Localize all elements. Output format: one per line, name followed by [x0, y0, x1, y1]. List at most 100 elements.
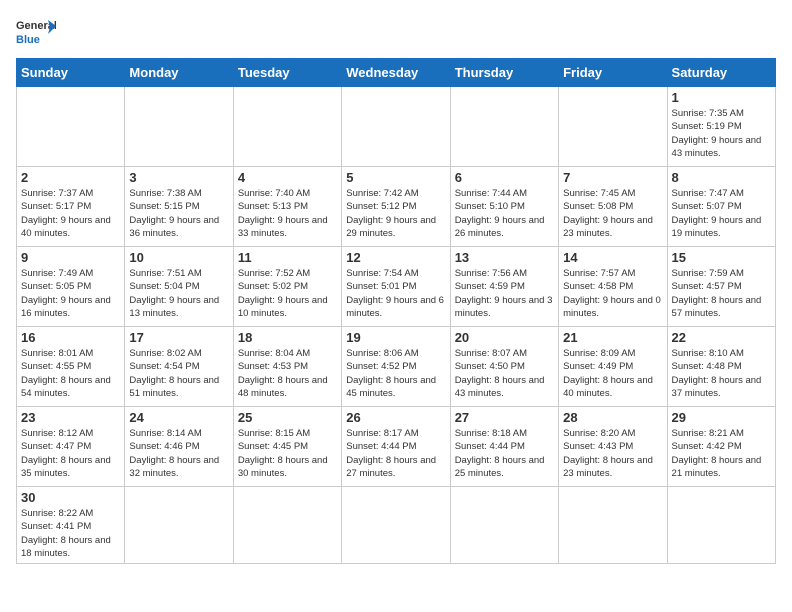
day-number: 21: [563, 330, 662, 345]
calendar-cell: 1 Sunrise: 7:35 AM Sunset: 5:19 PM Daylig…: [667, 87, 775, 167]
calendar-cell: 18Sunrise: 8:04 AM Sunset: 4:53 PM Dayli…: [233, 327, 341, 407]
sun-info: Sunrise: 8:06 AM Sunset: 4:52 PM Dayligh…: [346, 347, 445, 400]
day-number: 5: [346, 170, 445, 185]
calendar-table: SundayMondayTuesdayWednesdayThursdayFrid…: [16, 58, 776, 564]
day-number: 26: [346, 410, 445, 425]
sun-info: Sunrise: 8:22 AM Sunset: 4:41 PM Dayligh…: [21, 507, 120, 560]
calendar-cell: 13Sunrise: 7:56 AM Sunset: 4:59 PM Dayli…: [450, 247, 558, 327]
day-number: 28: [563, 410, 662, 425]
day-number: 3: [129, 170, 228, 185]
week-row-2: 2 Sunrise: 7:37 AM Sunset: 5:17 PM Daylig…: [17, 167, 776, 247]
sun-info: Sunrise: 7:40 AM Sunset: 5:13 PM Dayligh…: [238, 187, 337, 240]
weekday-monday: Monday: [125, 59, 233, 87]
sun-info: Sunrise: 7:45 AM Sunset: 5:08 PM Dayligh…: [563, 187, 662, 240]
calendar-cell: [450, 487, 558, 564]
sun-info: Sunrise: 7:37 AM Sunset: 5:17 PM Dayligh…: [21, 187, 120, 240]
sun-info: Sunrise: 7:49 AM Sunset: 5:05 PM Dayligh…: [21, 267, 120, 320]
day-number: 16: [21, 330, 120, 345]
day-number: 27: [455, 410, 554, 425]
day-number: 15: [672, 250, 771, 265]
calendar-cell: 5Sunrise: 7:42 AM Sunset: 5:12 PM Daylig…: [342, 167, 450, 247]
weekday-sunday: Sunday: [17, 59, 125, 87]
sun-info: Sunrise: 8:14 AM Sunset: 4:46 PM Dayligh…: [129, 427, 228, 480]
calendar-cell: 10 Sunrise: 7:51 AM Sunset: 5:04 PM Dayli…: [125, 247, 233, 327]
page-header: General Blue: [16, 16, 776, 48]
calendar-cell: 14Sunrise: 7:57 AM Sunset: 4:58 PM Dayli…: [559, 247, 667, 327]
calendar-cell: [450, 87, 558, 167]
week-row-6: 30 Sunrise: 8:22 AM Sunset: 4:41 PM Dayli…: [17, 487, 776, 564]
day-number: 29: [672, 410, 771, 425]
sun-info: Sunrise: 8:18 AM Sunset: 4:44 PM Dayligh…: [455, 427, 554, 480]
weekday-wednesday: Wednesday: [342, 59, 450, 87]
day-number: 11: [238, 250, 337, 265]
calendar-cell: 19 Sunrise: 8:06 AM Sunset: 4:52 PM Dayli…: [342, 327, 450, 407]
day-number: 17: [129, 330, 228, 345]
sun-info: Sunrise: 7:47 AM Sunset: 5:07 PM Dayligh…: [672, 187, 771, 240]
week-row-4: 16 Sunrise: 8:01 AM Sunset: 4:55 PM Dayli…: [17, 327, 776, 407]
calendar-cell: 3 Sunrise: 7:38 AM Sunset: 5:15 PM Daylig…: [125, 167, 233, 247]
calendar-cell: 27 Sunrise: 8:18 AM Sunset: 4:44 PM Dayli…: [450, 407, 558, 487]
weekday-friday: Friday: [559, 59, 667, 87]
calendar-cell: [125, 87, 233, 167]
weekday-saturday: Saturday: [667, 59, 775, 87]
day-number: 13: [455, 250, 554, 265]
sun-info: Sunrise: 7:52 AM Sunset: 5:02 PM Dayligh…: [238, 267, 337, 320]
sun-info: Sunrise: 8:21 AM Sunset: 4:42 PM Dayligh…: [672, 427, 771, 480]
calendar-cell: 20 Sunrise: 8:07 AM Sunset: 4:50 PM Dayli…: [450, 327, 558, 407]
day-number: 10: [129, 250, 228, 265]
day-number: 6: [455, 170, 554, 185]
sun-info: Sunrise: 8:01 AM Sunset: 4:55 PM Dayligh…: [21, 347, 120, 400]
day-number: 20: [455, 330, 554, 345]
calendar-cell: 22Sunrise: 8:10 AM Sunset: 4:48 PM Dayli…: [667, 327, 775, 407]
svg-text:Blue: Blue: [16, 34, 40, 46]
calendar-cell: [559, 487, 667, 564]
sun-info: Sunrise: 7:38 AM Sunset: 5:15 PM Dayligh…: [129, 187, 228, 240]
calendar-cell: 16 Sunrise: 8:01 AM Sunset: 4:55 PM Dayli…: [17, 327, 125, 407]
calendar-cell: [233, 487, 341, 564]
sun-info: Sunrise: 7:59 AM Sunset: 4:57 PM Dayligh…: [672, 267, 771, 320]
day-number: 9: [21, 250, 120, 265]
calendar-cell: 17 Sunrise: 8:02 AM Sunset: 4:54 PM Dayli…: [125, 327, 233, 407]
calendar-cell: [125, 487, 233, 564]
calendar-cell: 21 Sunrise: 8:09 AM Sunset: 4:49 PM Dayli…: [559, 327, 667, 407]
sun-info: Sunrise: 8:12 AM Sunset: 4:47 PM Dayligh…: [21, 427, 120, 480]
day-number: 12: [346, 250, 445, 265]
day-number: 4: [238, 170, 337, 185]
calendar-cell: 29 Sunrise: 8:21 AM Sunset: 4:42 PM Dayli…: [667, 407, 775, 487]
day-number: 23: [21, 410, 120, 425]
week-row-5: 23 Sunrise: 8:12 AM Sunset: 4:47 PM Dayli…: [17, 407, 776, 487]
sun-info: Sunrise: 7:51 AM Sunset: 5:04 PM Dayligh…: [129, 267, 228, 320]
calendar-cell: 12Sunrise: 7:54 AM Sunset: 5:01 PM Dayli…: [342, 247, 450, 327]
logo-svg: General Blue: [16, 16, 56, 48]
day-number: 18: [238, 330, 337, 345]
calendar-cell: 23 Sunrise: 8:12 AM Sunset: 4:47 PM Dayli…: [17, 407, 125, 487]
week-row-3: 9 Sunrise: 7:49 AM Sunset: 5:05 PM Daylig…: [17, 247, 776, 327]
sun-info: Sunrise: 8:02 AM Sunset: 4:54 PM Dayligh…: [129, 347, 228, 400]
calendar-cell: 26 Sunrise: 8:17 AM Sunset: 4:44 PM Dayli…: [342, 407, 450, 487]
day-number: 1: [672, 90, 771, 105]
day-number: 22: [672, 330, 771, 345]
calendar-cell: 28 Sunrise: 8:20 AM Sunset: 4:43 PM Dayli…: [559, 407, 667, 487]
day-number: 8: [672, 170, 771, 185]
day-number: 14: [563, 250, 662, 265]
calendar-cell: 30 Sunrise: 8:22 AM Sunset: 4:41 PM Dayli…: [17, 487, 125, 564]
calendar-cell: 9 Sunrise: 7:49 AM Sunset: 5:05 PM Daylig…: [17, 247, 125, 327]
day-number: 25: [238, 410, 337, 425]
sun-info: Sunrise: 8:09 AM Sunset: 4:49 PM Dayligh…: [563, 347, 662, 400]
weekday-thursday: Thursday: [450, 59, 558, 87]
sun-info: Sunrise: 8:20 AM Sunset: 4:43 PM Dayligh…: [563, 427, 662, 480]
logo: General Blue: [16, 16, 56, 48]
calendar-cell: 15 Sunrise: 7:59 AM Sunset: 4:57 PM Dayli…: [667, 247, 775, 327]
sun-info: Sunrise: 7:35 AM Sunset: 5:19 PM Dayligh…: [672, 107, 771, 160]
sun-info: Sunrise: 8:17 AM Sunset: 4:44 PM Dayligh…: [346, 427, 445, 480]
day-number: 2: [21, 170, 120, 185]
calendar-cell: 6Sunrise: 7:44 AM Sunset: 5:10 PM Daylig…: [450, 167, 558, 247]
weekday-tuesday: Tuesday: [233, 59, 341, 87]
day-number: 30: [21, 490, 120, 505]
calendar-cell: 25Sunrise: 8:15 AM Sunset: 4:45 PM Dayli…: [233, 407, 341, 487]
day-number: 19: [346, 330, 445, 345]
day-number: 7: [563, 170, 662, 185]
calendar-cell: 11 Sunrise: 7:52 AM Sunset: 5:02 PM Dayli…: [233, 247, 341, 327]
calendar-cell: 24Sunrise: 8:14 AM Sunset: 4:46 PM Dayli…: [125, 407, 233, 487]
sun-info: Sunrise: 8:07 AM Sunset: 4:50 PM Dayligh…: [455, 347, 554, 400]
